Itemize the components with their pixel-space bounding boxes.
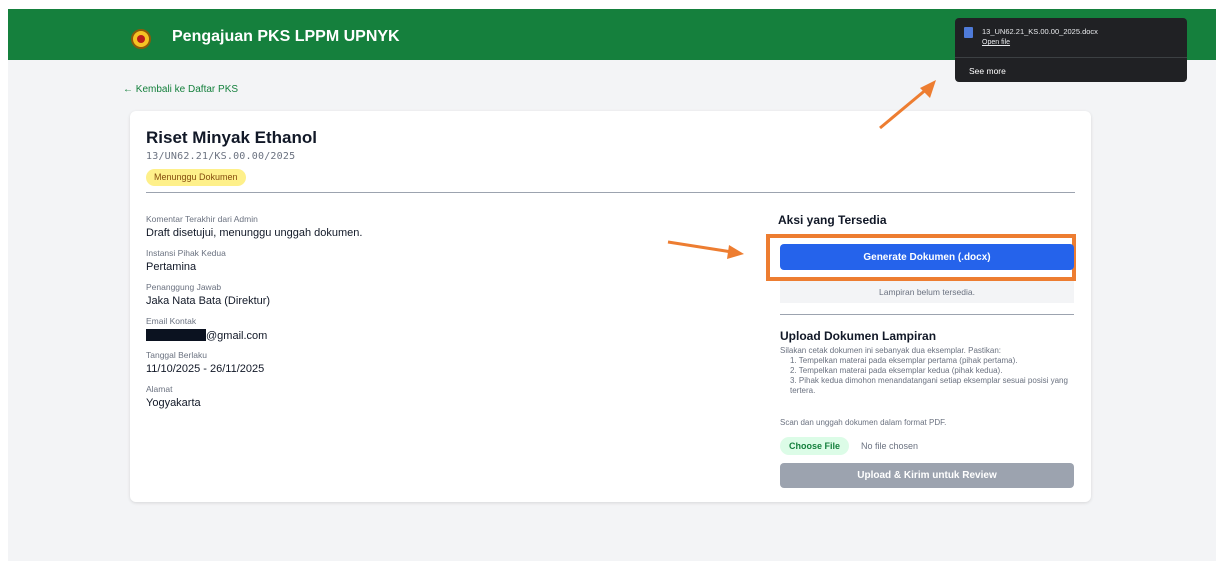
detail-label: Komentar Terakhir dari Admin <box>146 214 258 224</box>
app-title: Pengajuan PKS LPPM UPNYK <box>172 28 400 45</box>
divider <box>780 314 1074 315</box>
see-more-link[interactable]: See more <box>969 66 1006 76</box>
download-popup: 13_UN62.21_KS.00.00_2025.docx Open file … <box>955 18 1187 82</box>
upload-step: 1. Tempelkan materai pada eksemplar pert… <box>790 356 1018 365</box>
actions-panel: Aksi yang Tersedia Generate Dokumen (.do… <box>766 213 1076 488</box>
detail-contact-email: Email Kontak @gmail.com <box>146 316 646 343</box>
detail-address: Alamat Yogyakarta <box>146 384 646 411</box>
email-domain: @gmail.com <box>206 330 268 342</box>
upload-steps: 1. Tempelkan materai pada eksemplar pert… <box>790 356 1074 396</box>
attachment-status: Lampiran belum tersedia. <box>780 281 1074 303</box>
upload-step: 2. Tempelkan materai pada eksemplar kedu… <box>790 366 1003 375</box>
detail-label: Penanggung Jawab <box>146 282 222 292</box>
detail-value: 11/10/2025 - 26/11/2025 <box>146 363 265 375</box>
detail-person-in-charge: Penanggung Jawab Jaka Nata Bata (Direktu… <box>146 282 646 309</box>
pks-number: 13/UN62.21/KS.00.00/2025 <box>146 151 296 162</box>
scan-note: Scan dan unggah dokumen dalam format PDF… <box>780 418 947 427</box>
generate-document-button[interactable]: Generate Dokumen (.docx) <box>780 244 1074 270</box>
detail-label: Tanggal Berlaku <box>146 350 207 360</box>
detail-validity-date: Tanggal Berlaku 11/10/2025 - 26/11/2025 <box>146 350 646 377</box>
university-logo <box>131 29 151 49</box>
detail-admin-comment: Komentar Terakhir dari Admin Draft diset… <box>146 214 646 241</box>
choose-file-button[interactable]: Choose File <box>780 437 850 455</box>
browser-viewport: Pengajuan PKS LPPM UPNYK ← Kembali ke Da… <box>8 9 1216 561</box>
download-filename: 13_UN62.21_KS.00.00_2025.docx <box>982 27 1098 36</box>
pks-detail-card: Riset Minyak Ethanol 13/UN62.21/KS.00.00… <box>130 111 1091 502</box>
file-status: No file chosen <box>861 441 919 451</box>
redaction-bar <box>146 329 206 341</box>
detail-label: Alamat <box>146 384 173 394</box>
upload-title: Upload Dokumen Lampiran <box>780 329 937 343</box>
upload-submit-button[interactable]: Upload & Kirim untuk Review <box>780 463 1074 488</box>
divider <box>146 192 1075 193</box>
pks-title: Riset Minyak Ethanol <box>146 128 317 147</box>
open-file-link[interactable]: Open file <box>982 39 1010 46</box>
divider <box>955 57 1187 58</box>
detail-label: Instansi Pihak Kedua <box>146 248 226 258</box>
detail-label: Email Kontak <box>146 316 197 326</box>
detail-institution: Instansi Pihak Kedua Pertamina <box>146 248 646 275</box>
word-file-icon <box>964 27 973 38</box>
status-badge: Menunggu Dokumen <box>146 169 246 186</box>
upload-step: 3. Pihak kedua dimohon menandatangani se… <box>790 376 1068 395</box>
detail-value: Jaka Nata Bata (Direktur) <box>146 295 271 307</box>
detail-value: Yogyakarta <box>146 397 201 409</box>
actions-title: Aksi yang Tersedia <box>778 213 887 227</box>
upload-description: Silakan cetak dokumen ini sebanyak dua e… <box>780 346 1002 355</box>
detail-value: Pertamina <box>146 261 197 273</box>
back-to-list-link[interactable]: ← Kembali ke Daftar PKS <box>123 84 238 95</box>
detail-value: Draft disetujui, menunggu unggah dokumen… <box>146 227 363 239</box>
pks-details: Komentar Terakhir dari Admin Draft diset… <box>146 214 646 418</box>
detail-value-email: @gmail.com <box>146 329 646 343</box>
